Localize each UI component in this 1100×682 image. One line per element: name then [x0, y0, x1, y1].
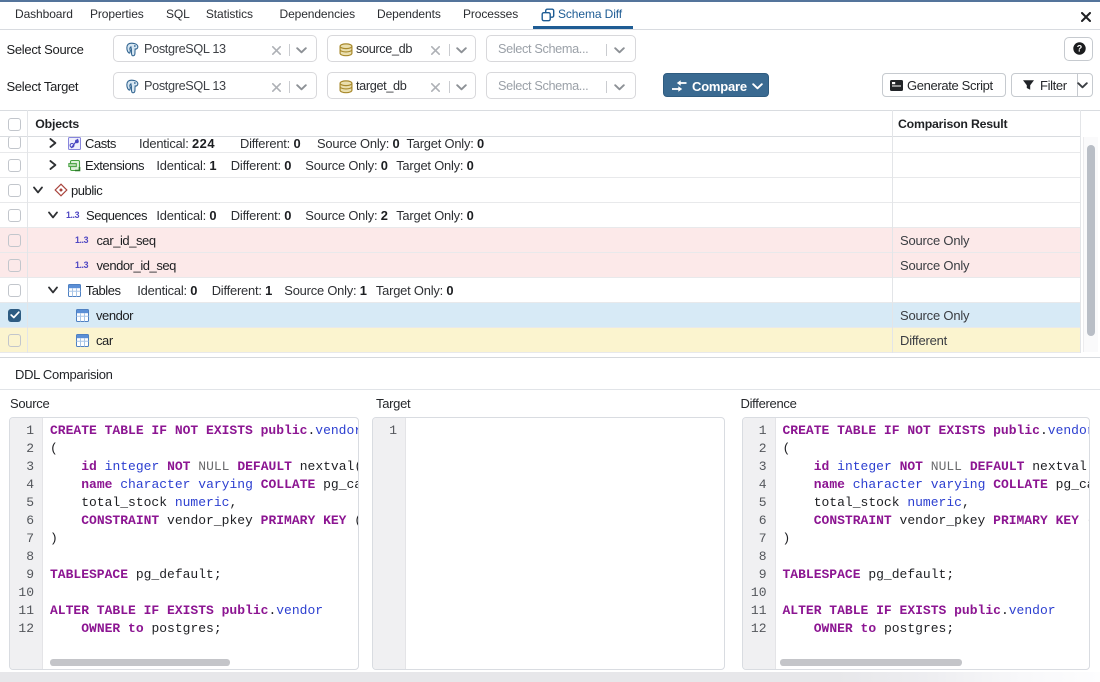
svg-text:?: ? [1076, 44, 1082, 54]
